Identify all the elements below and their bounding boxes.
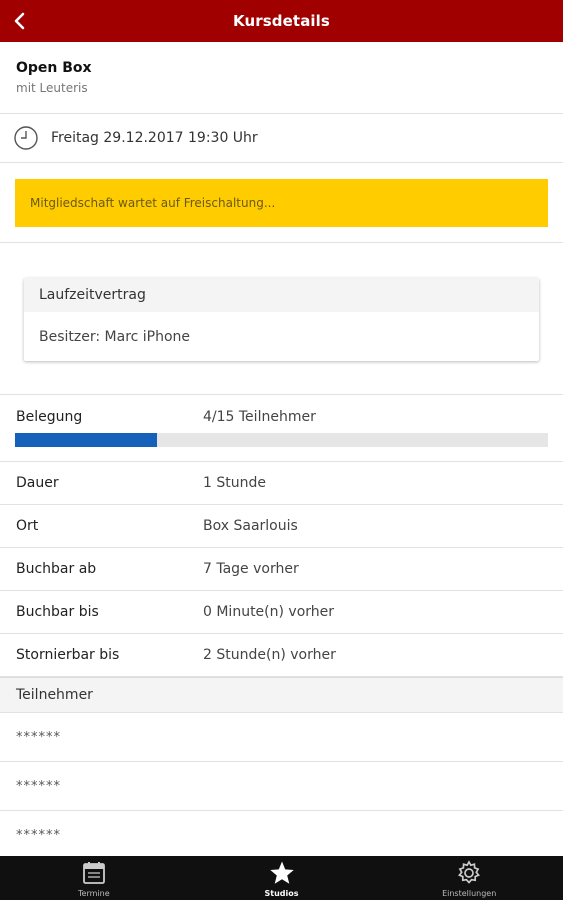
- nav-label: Termine: [78, 889, 110, 898]
- nav-label: Einstellungen: [442, 889, 497, 898]
- star-icon: [269, 861, 294, 884]
- course-header: Open Box mit Leuteris: [0, 42, 563, 114]
- detail-row-dauer: Dauer 1 Stunde: [0, 462, 563, 505]
- calendar-icon: [82, 862, 105, 884]
- nav-label: Studios: [264, 889, 299, 898]
- detail-value: 2 Stunde(n) vorher: [203, 647, 336, 663]
- detail-key: Buchbar ab: [16, 561, 97, 577]
- course-name: Open Box: [16, 60, 92, 76]
- detail-value: Box Saarlouis: [203, 518, 298, 534]
- contract-card[interactable]: Laufzeitvertrag Besitzer: Marc iPhone: [24, 278, 539, 361]
- notice-section: Mitgliedschaft wartet auf Freischaltung.…: [0, 163, 563, 243]
- page-title: Kursdetails: [233, 12, 330, 30]
- participant-item: ******: [0, 811, 563, 860]
- detail-row-buchbar-ab: Buchbar ab 7 Tage vorher: [0, 548, 563, 591]
- participant-item: ******: [0, 762, 563, 811]
- detail-key: Stornierbar bis: [16, 647, 120, 663]
- detail-row-buchbar-bis: Buchbar bis 0 Minute(n) vorher: [0, 591, 563, 634]
- occupancy-progress-bar: [15, 433, 548, 447]
- detail-row-ort: Ort Box Saarlouis: [0, 505, 563, 548]
- date-row: Freitag 29.12.2017 19:30 Uhr: [0, 114, 563, 163]
- contract-title: Laufzeitvertrag: [24, 278, 539, 312]
- occupancy-progress-fill: [15, 433, 158, 447]
- course-trainer: mit Leuteris: [16, 81, 88, 95]
- membership-notice: Mitgliedschaft wartet auf Freischaltung.…: [15, 179, 548, 227]
- detail-key: Dauer: [16, 475, 59, 491]
- contract-owner: Besitzer: Marc iPhone: [39, 328, 191, 345]
- detail-key: Ort: [16, 518, 39, 534]
- detail-value: 0 Minute(n) vorher: [203, 604, 335, 620]
- detail-value: 1 Stunde: [203, 475, 266, 491]
- occupancy-value: 4/15 Teilnehmer: [203, 409, 316, 425]
- app-bar: Kursdetails: [0, 0, 563, 42]
- bottom-navigation: Termine Studios Einstellungen: [0, 856, 563, 900]
- detail-value: 7 Tage vorher: [203, 561, 299, 577]
- nav-item-studios[interactable]: Studios: [188, 856, 376, 900]
- gear-icon: [458, 860, 481, 884]
- occupancy-row: Belegung 4/15 Teilnehmer: [0, 394, 563, 462]
- nav-item-einstellungen[interactable]: Einstellungen: [375, 856, 563, 900]
- detail-key: Buchbar bis: [16, 604, 99, 620]
- clock-icon: [14, 126, 38, 150]
- participants-header: Teilnehmer: [0, 677, 563, 713]
- detail-row-stornierbar-bis: Stornierbar bis 2 Stunde(n) vorher: [0, 634, 563, 677]
- chevron-left-icon: [14, 12, 25, 30]
- participant-item: ******: [0, 713, 563, 762]
- occupancy-label: Belegung: [16, 409, 83, 425]
- back-button[interactable]: [6, 7, 34, 35]
- course-datetime: Freitag 29.12.2017 19:30 Uhr: [51, 130, 258, 146]
- nav-item-termine[interactable]: Termine: [0, 856, 188, 900]
